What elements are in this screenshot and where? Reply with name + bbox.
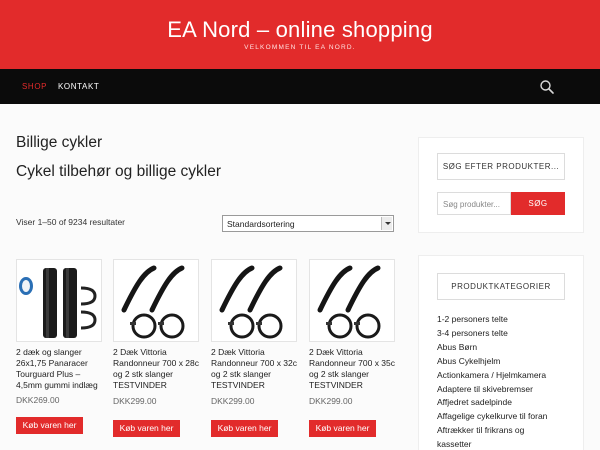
product-price: DKK299.00 xyxy=(211,396,255,406)
nav-item-shop[interactable]: SHOP xyxy=(22,82,47,91)
sort-dropdown[interactable]: Standardsortering xyxy=(222,215,394,232)
product-name[interactable]: 2 Dæk Vittoria Randonneur 700 x 35c og 2… xyxy=(309,347,395,391)
category-link[interactable]: Affjedret sadelpinde xyxy=(437,396,579,410)
product-search-widget: SØG EFTER PRODUKTER... Søg produkter... … xyxy=(418,137,584,233)
search-button[interactable]: SØG xyxy=(511,192,565,215)
main-content: Billige cykler Cykel tilbehør og billige… xyxy=(0,104,600,450)
category-link[interactable]: Actionkamera / Hjelmkamera xyxy=(437,369,579,383)
categories-widget-title: PRODUKTKATEGORIER xyxy=(437,273,565,300)
product-price: DKK299.00 xyxy=(113,396,157,406)
category-link[interactable]: kassetter xyxy=(437,438,579,450)
product-card[interactable]: 2 Dæk Vittoria Randonneur 700 x 35c og 2… xyxy=(309,259,395,437)
chevron-down-icon[interactable] xyxy=(381,217,392,230)
product-card[interactable]: 2 Dæk Vittoria Randonneur 700 x 28c og 2… xyxy=(113,259,199,437)
category-link[interactable]: Abus Cykelhjelm xyxy=(437,355,579,369)
category-link[interactable]: Affagelige cykelkurve til foran xyxy=(437,410,579,424)
buy-button[interactable]: Køb varen her xyxy=(113,420,180,437)
page-title: Billige cykler xyxy=(16,134,103,151)
buy-button[interactable]: Køb varen her xyxy=(16,417,83,434)
product-card[interactable]: 2 dæk og slanger 26x1,75 Panaracer Tourg… xyxy=(16,259,102,434)
product-name[interactable]: 2 Dæk Vittoria Randonneur 700 x 28c og 2… xyxy=(113,347,199,391)
category-link[interactable]: Aftrækker til frikrans og xyxy=(437,424,579,438)
product-price: DKK299.00 xyxy=(309,396,353,406)
page-subtitle: Cykel tilbehør og billige cykler xyxy=(16,163,222,180)
sort-selected-value: Standardsortering xyxy=(227,219,295,229)
product-name[interactable]: 2 Dæk Vittoria Randonneur 700 x 32c og 2… xyxy=(211,347,297,391)
product-image[interactable] xyxy=(309,259,395,342)
product-categories-widget: PRODUKTKATEGORIER 1-2 personers telte 3-… xyxy=(418,255,584,450)
search-icon[interactable] xyxy=(539,79,555,95)
site-title[interactable]: EA Nord – online shopping xyxy=(0,17,600,43)
result-count: Viser 1–50 of 9234 resultater xyxy=(16,217,125,227)
category-link[interactable]: 1-2 personers telte xyxy=(437,313,579,327)
buy-button[interactable]: Køb varen her xyxy=(211,420,278,437)
site-tagline: VELKOMMEN TIL EA NORD. xyxy=(244,44,356,51)
main-navigation: SHOP KONTAKT xyxy=(0,69,600,104)
nav-item-kontakt[interactable]: KONTAKT xyxy=(58,82,99,91)
buy-button[interactable]: Køb varen her xyxy=(309,420,376,437)
product-image[interactable] xyxy=(211,259,297,342)
site-header: EA Nord – online shopping VELKOMMEN TIL … xyxy=(0,0,600,69)
product-price: DKK269.00 xyxy=(16,395,60,405)
category-list: 1-2 personers telte 3-4 personers telte … xyxy=(437,313,579,450)
product-search-input[interactable]: Søg produkter... xyxy=(437,192,511,215)
category-link[interactable]: Abus Børn xyxy=(437,341,579,355)
product-name[interactable]: 2 dæk og slanger 26x1,75 Panaracer Tourg… xyxy=(16,347,102,391)
product-card[interactable]: 2 Dæk Vittoria Randonneur 700 x 32c og 2… xyxy=(211,259,297,437)
category-link[interactable]: Adaptere til skivebremser xyxy=(437,383,579,397)
product-image[interactable] xyxy=(16,259,102,342)
search-widget-title: SØG EFTER PRODUKTER... xyxy=(437,153,565,180)
product-image[interactable] xyxy=(113,259,199,342)
category-link[interactable]: 3-4 personers telte xyxy=(437,327,579,341)
